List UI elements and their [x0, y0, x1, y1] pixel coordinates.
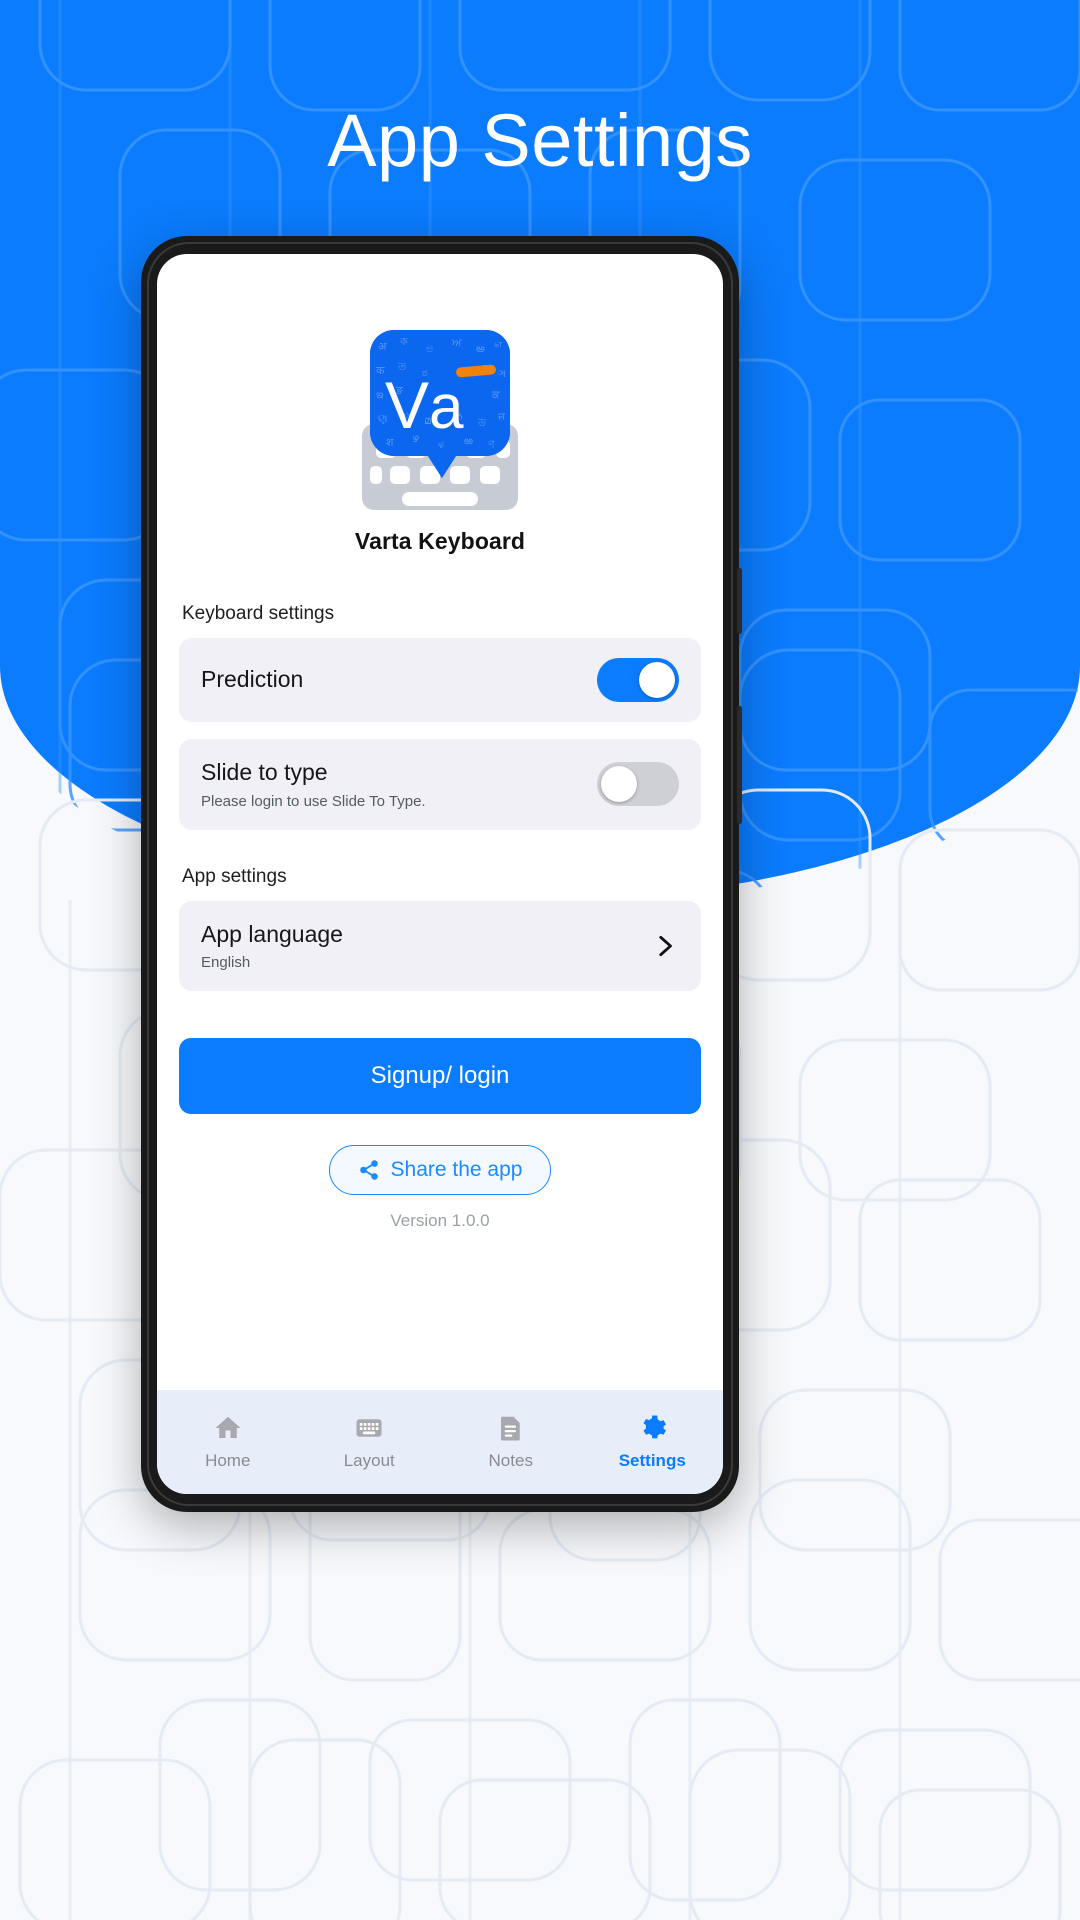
home-icon [215, 1416, 241, 1438]
nav-label-home: Home [205, 1451, 251, 1470]
svg-text:a: a [429, 373, 464, 442]
svg-text:అ: అ [476, 342, 485, 355]
keyboard-icon [356, 1419, 382, 1437]
share-the-app-button[interactable]: Share the app [328, 1145, 552, 1196]
nav-label-layout: Layout [343, 1451, 395, 1470]
version-label: Version 1.0.0 [390, 1211, 490, 1231]
svg-text:எ: எ [494, 337, 503, 350]
phone-mockup: अকಅ ਅఅஎ कতಠ ଲગ ఇङ ਕ ણலമ ઝডਜ शഴಳ ఱণ [141, 236, 742, 1512]
share-icon [359, 1160, 378, 1180]
gear-icon [643, 1415, 667, 1439]
slide-to-type-subtitle: Please login to use Slide To Type. [201, 792, 426, 810]
slide-to-type-title: Slide to type [201, 759, 328, 785]
nav-item-layout[interactable]: Layout [299, 1413, 441, 1471]
nav-label-notes: Notes [488, 1451, 533, 1470]
phone-screen: अকಅ ਅఅஎ कতಠ ଲગ ఇङ ਕ ણலമ ઝডਜ शഴಳ ఱণ [157, 254, 723, 1494]
app-language-title: App language [201, 920, 343, 947]
share-row: Share the app [179, 1145, 701, 1196]
app-language-value: English [201, 954, 251, 972]
svg-text:अ: अ [378, 340, 387, 353]
app-language-text: App language English [201, 921, 651, 972]
svg-text:ড: ড [477, 416, 487, 429]
prediction-text: Prediction [201, 666, 597, 694]
page-title: App Settings [327, 99, 753, 182]
slide-to-type-toggle[interactable] [597, 762, 679, 807]
signup-login-button[interactable]: Signup/ login [179, 1038, 701, 1115]
svg-text:ণ: ণ [488, 438, 495, 451]
toggle-knob [639, 662, 675, 698]
phone-power-button [737, 706, 742, 824]
speech-bubble-shape: अকಅ ਅఅஎ कতಠ ଲગ ఇङ ਕ ણலമ ઝডਜ शഴಳ ఱণ [370, 330, 510, 478]
svg-text:ગ: ગ [498, 367, 506, 380]
chevron-right-icon [659, 935, 672, 956]
svg-text:ਅ: ਅ [451, 336, 462, 349]
svg-text:ఇ: ఇ [376, 388, 384, 401]
toggle-knob [601, 766, 637, 803]
share-the-app-label: Share the app [390, 1158, 523, 1182]
nav-item-notes[interactable]: Notes [440, 1413, 582, 1471]
app-name: Varta Keyboard [354, 528, 526, 554]
bottom-navigation: Home Layout Notes Settings [157, 1390, 723, 1494]
prediction-title: Prediction [201, 666, 304, 693]
section-keyboard-settings-label: Keyboard settings [182, 603, 335, 624]
logo-letters: V [385, 368, 429, 442]
svg-text:ক: ক [399, 335, 408, 348]
app-logo-area: अকಅ ਅఅஎ कতಠ ଲગ ఇङ ਕ ણலമ ઝডਜ शഴಳ ఱণ [179, 328, 701, 512]
svg-text:क: क [376, 364, 385, 377]
slide-to-type-text: Slide to type Please login to use Slide … [201, 759, 597, 810]
svg-text:ఱ: ఱ [464, 434, 473, 447]
svg-text:ਕ: ਕ [491, 388, 500, 401]
setting-row-prediction[interactable]: Prediction [179, 638, 701, 722]
nav-item-home[interactable]: Home [157, 1413, 299, 1471]
prediction-toggle[interactable] [597, 658, 679, 702]
nav-item-settings[interactable]: Settings [582, 1413, 724, 1471]
phone-volume-button [737, 568, 742, 634]
setting-row-app-language[interactable]: App language English [179, 900, 701, 992]
svg-text:ಅ: ಅ [426, 342, 433, 355]
settings-screen-content: अকಅ ਅఅஎ कতಠ ଲગ ఇङ ਕ ણலമ ઝডਜ शഴಳ ఱণ [157, 254, 723, 1390]
section-app-settings-label: App settings [182, 865, 287, 887]
nav-label-settings: Settings [618, 1451, 686, 1470]
svg-text:ਜ: ਜ [497, 410, 506, 423]
document-icon [500, 1416, 520, 1441]
varta-keyboard-logo-icon: अকಅ ਅఅஎ कতಠ ଲગ ఇङ ਕ ણலമ ઝডਜ शഴಳ ఱণ [362, 330, 518, 510]
setting-row-slide-to-type[interactable]: Slide to type Please login to use Slide … [179, 739, 701, 830]
